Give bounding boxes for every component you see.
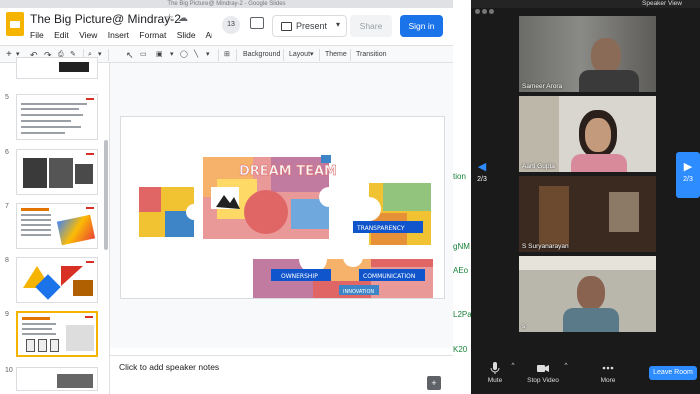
next-page-button[interactable]: ▶ 2/3 [676, 152, 700, 198]
title-icons: ☆ ☁ [165, 13, 192, 24]
microphone-icon [490, 362, 500, 374]
comment-count-badge[interactable]: 13 [222, 16, 240, 34]
window-controls[interactable] [475, 1, 505, 14]
participant-name: S Suryanarayan [522, 243, 569, 250]
more-button[interactable]: More [596, 362, 620, 384]
cloud-icon: ☁ [177, 13, 188, 24]
video-camera-icon [537, 365, 549, 372]
filmstrip: 5 6 7 8 9 10 [0, 57, 110, 394]
ownership-label: OWNERSHIP [281, 273, 318, 280]
background-button[interactable]: Background [243, 49, 280, 61]
peek-link[interactable]: AEo [453, 266, 468, 275]
puzzle-collage: DREAM TEAM TRANSPARENCY OWNERSHIP COMMUN… [139, 155, 433, 298]
participant-name: s [522, 323, 526, 330]
slide-number: 6 [5, 149, 9, 156]
slide-number: 10 [5, 367, 13, 374]
slide-thumbnail-selected[interactable] [16, 311, 98, 357]
menu-insert[interactable]: Insert [108, 30, 129, 40]
peek-link[interactable]: L2Pa [453, 310, 472, 319]
present-label: Present [296, 21, 328, 31]
stop-video-button[interactable]: Stop Video [524, 362, 562, 384]
speaker-notes[interactable] [110, 355, 453, 394]
line-icon[interactable]: ╲ [194, 49, 198, 61]
menu-slide[interactable]: Slide [177, 30, 196, 40]
peek-link[interactable]: K20 [453, 345, 467, 354]
participant-video-active[interactable]: Aarti Gupta [519, 96, 656, 172]
communication-label: COMMUNICATION [363, 273, 415, 280]
background-window-strip [453, 0, 471, 394]
slide-thumbnail[interactable] [16, 367, 98, 391]
participant-name: Sameer Arora [522, 83, 563, 90]
slide-number: 5 [5, 94, 9, 101]
chevron-down-icon[interactable]: ▾ [310, 49, 314, 61]
browser-title-bar: The Big Picture@ Mindray-2 - Google Slid… [0, 0, 453, 8]
dream-team-text: DREAM TEAM [239, 164, 337, 179]
menu-format[interactable]: Format [139, 30, 166, 40]
slides-logo-icon[interactable] [6, 12, 24, 36]
innovation-label: INNOVATION [343, 289, 374, 295]
mute-button[interactable]: Mute [481, 362, 509, 384]
chevron-down-icon[interactable]: ▾ [206, 49, 210, 61]
participant-video[interactable]: S Suryanarayan [519, 176, 656, 252]
transition-button[interactable]: Transition [356, 49, 386, 61]
select-icon[interactable]: ↖ [126, 49, 134, 61]
chevron-left-icon: ◀ [477, 161, 487, 173]
explore-icon[interactable]: + [427, 376, 441, 390]
layout-button[interactable]: Layout [289, 49, 310, 61]
slide-number: 8 [5, 257, 9, 264]
add-icon[interactable]: + [6, 49, 12, 61]
chevron-right-icon: ▶ [683, 161, 693, 173]
speaker-notes-placeholder[interactable]: Click to add speaker notes [119, 362, 219, 372]
more-label: More [600, 377, 616, 384]
chevron-down-icon[interactable]: ▾ [98, 49, 102, 61]
menu-file[interactable]: File [30, 30, 44, 40]
document-title[interactable]: The Big Picture@ Mindray-2 [30, 12, 181, 26]
shape-icon[interactable]: ◯ [180, 49, 188, 61]
page-indicator-right: 2/3 [683, 176, 693, 183]
previous-page-button[interactable]: ◀ 2/3 [475, 152, 489, 198]
participant-video[interactable]: s [519, 256, 656, 332]
page-indicator-left: 2/3 [477, 176, 487, 183]
participant-name: Aarti Gupta [522, 163, 555, 170]
slide-thumbnail[interactable] [16, 94, 98, 140]
slide-thumbnail[interactable] [16, 149, 98, 195]
text-box-icon[interactable]: ▭ [140, 49, 147, 61]
star-icon[interactable]: ☆ [165, 13, 174, 24]
slide-thumbnail[interactable] [16, 257, 98, 303]
present-button[interactable]: Present ▾ [272, 15, 347, 37]
add-comment-icon[interactable]: ⊞ [224, 49, 230, 61]
share-button[interactable]: Share [350, 15, 392, 37]
slide-number: 9 [5, 311, 9, 318]
menu-view[interactable]: View [79, 30, 97, 40]
peek-link[interactable]: tion [453, 172, 466, 181]
leave-room-button[interactable]: Leave Room [649, 366, 697, 380]
mute-label: Mute [487, 377, 503, 384]
filmstrip-scrollbar[interactable] [104, 140, 108, 250]
chevron-down-icon[interactable]: ▾ [170, 49, 174, 61]
sign-in-button[interactable]: Sign in [400, 15, 443, 37]
transparency-label: TRANSPARENCY [356, 225, 405, 232]
speaker-view-button[interactable]: Speaker View [642, 0, 682, 7]
image-icon[interactable]: ▣ [156, 49, 163, 61]
menu-edit[interactable]: Edit [54, 30, 69, 40]
slide-thumbnail[interactable] [16, 57, 98, 79]
participant-video[interactable]: Sameer Arora [519, 16, 656, 92]
peek-link[interactable]: gNM [453, 242, 470, 251]
present-icon [281, 22, 292, 31]
comment-icon[interactable] [250, 17, 264, 29]
chevron-up-icon[interactable]: ^ [508, 362, 518, 369]
current-slide[interactable]: DREAM TEAM TRANSPARENCY OWNERSHIP COMMUN… [120, 116, 445, 299]
theme-button[interactable]: Theme [325, 49, 347, 61]
chevron-up-icon[interactable]: ^ [561, 362, 571, 369]
stop-video-label: Stop Video [527, 377, 559, 384]
slide-thumbnail[interactable] [16, 203, 98, 249]
more-dots-icon [602, 366, 614, 370]
slide-number: 7 [5, 203, 9, 210]
chevron-down-icon[interactable]: ▾ [336, 20, 340, 29]
